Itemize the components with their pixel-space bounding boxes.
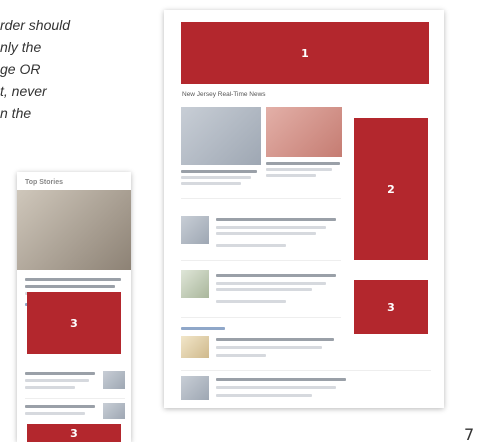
divider: [181, 198, 341, 199]
story-headline: [25, 372, 95, 375]
story-headline: [25, 278, 121, 281]
story-line: [216, 282, 326, 285]
story-headline: [266, 162, 340, 165]
story-line: [266, 174, 316, 177]
story-thumb: [103, 371, 125, 389]
story-line: [181, 176, 251, 179]
story-line: [216, 232, 316, 235]
story-thumb: [103, 403, 125, 419]
mobile-section-title: Top Stories: [25, 179, 63, 186]
story-line: [216, 244, 286, 247]
story-headline: [216, 378, 346, 381]
story-headline: [216, 218, 336, 221]
mobile-ad-slot-3-bottom: 3: [27, 424, 121, 442]
story-line: [216, 354, 266, 357]
ad-slot-number: 2: [387, 182, 395, 196]
ad-slot-number: 3: [387, 300, 395, 314]
story-image: [181, 107, 261, 165]
section-title: New Jersey Real-Time News: [182, 91, 266, 98]
story-line: [181, 182, 241, 185]
page-number: 7: [464, 425, 475, 442]
mobile-ad-slot-3: 3: [27, 292, 121, 354]
section-label: [181, 327, 225, 330]
story-headline: [216, 274, 336, 277]
desktop-layout-mockup: 1 New Jersey Real-Time News 2 3: [164, 10, 444, 408]
story-line: [266, 168, 332, 171]
story-thumb: [181, 216, 209, 244]
story-headline: [216, 338, 334, 341]
story-line: [25, 386, 75, 389]
divider: [25, 398, 125, 399]
story-image: [266, 107, 342, 157]
story-line: [25, 412, 85, 415]
divider: [181, 370, 431, 371]
story-headline: [25, 285, 115, 288]
ad-slot-number: 1: [301, 46, 309, 60]
story-line: [25, 379, 89, 382]
story-line: [216, 394, 312, 397]
story-headline: [181, 170, 257, 173]
instruction-caption: rder should nly the ge OR t, never n the: [0, 17, 71, 121]
story-thumb: [181, 376, 209, 400]
ad-slot-number: 3: [70, 316, 78, 330]
story-line: [216, 346, 322, 349]
story-line: [216, 300, 286, 303]
divider: [181, 317, 341, 318]
ad-slot-number: 3: [70, 426, 78, 440]
story-line: [216, 226, 326, 229]
hero-image: [17, 190, 131, 270]
story-line: [216, 386, 336, 389]
story-thumb: [181, 270, 209, 298]
story-headline: [25, 405, 95, 408]
ad-slot-2: 2: [354, 118, 428, 260]
divider: [181, 260, 341, 261]
mobile-layout-mockup: Top Stories 3 3: [17, 172, 131, 442]
story-thumb: [181, 336, 209, 358]
story-line: [216, 288, 312, 291]
ad-slot-3: 3: [354, 280, 428, 334]
ad-slot-1: 1: [181, 22, 429, 84]
